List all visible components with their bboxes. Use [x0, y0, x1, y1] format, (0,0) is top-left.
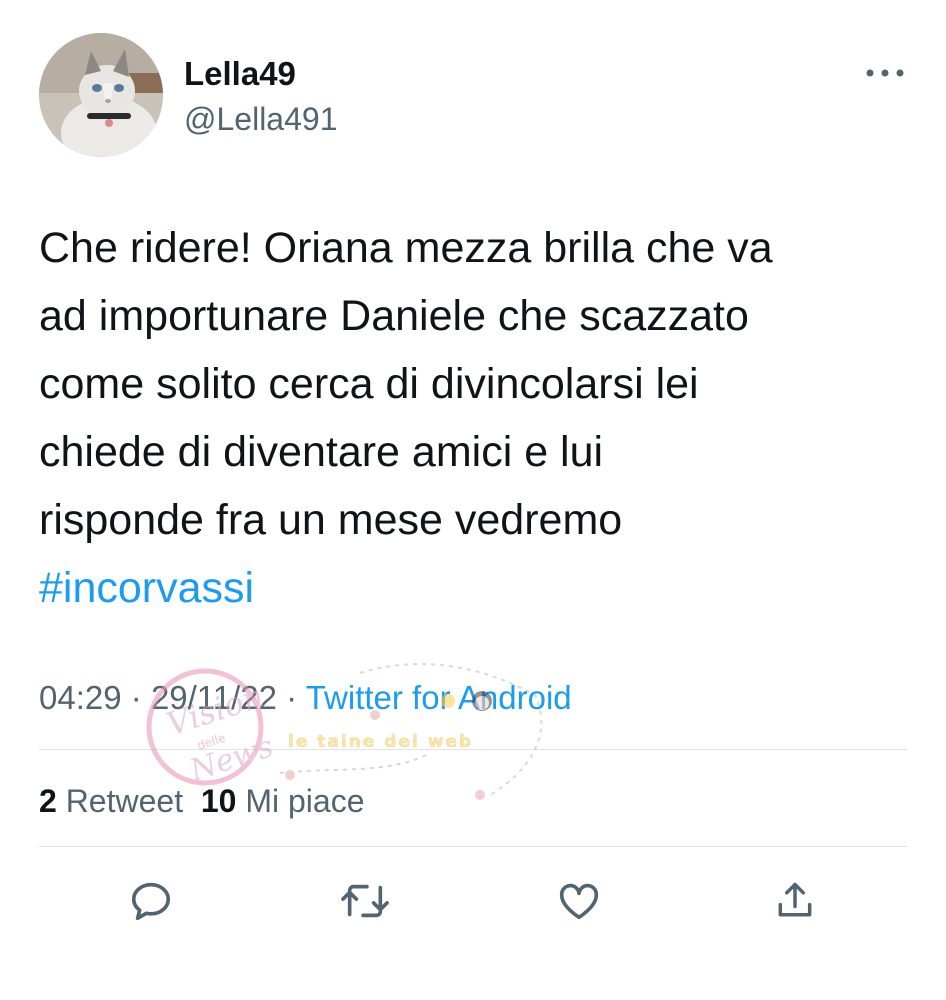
tweet-time[interactable]: 04:29 — [39, 679, 122, 716]
reply-button[interactable] — [126, 876, 176, 926]
divider — [39, 749, 907, 750]
tweet-text-line: come solito cerca di divincolarsi lei — [39, 360, 699, 408]
retweet-button[interactable] — [340, 876, 390, 926]
like-icon — [559, 883, 599, 920]
tweet-text-line: Che ridere! Oriana mezza brilla che va — [39, 224, 773, 272]
retweets-count: 2 — [39, 783, 57, 819]
author-display-name[interactable]: Lella49 — [184, 54, 296, 94]
tweet-date[interactable]: 29/11/22 — [151, 679, 277, 716]
tweet-meta: 04:29 · 29/11/22 · Twitter for Android — [39, 676, 572, 720]
tweet-text: Che ridere! Oriana mezza brilla che va a… — [39, 214, 919, 622]
meta-separator: · — [286, 679, 298, 716]
more-dots-icon — [866, 69, 904, 77]
likes-label: Mi piace — [245, 783, 365, 819]
retweets-label: Retweet — [65, 783, 184, 819]
tweet-text-line: ad importunare Daniele che scazzato — [39, 292, 749, 340]
divider — [39, 846, 907, 847]
retweets-stat[interactable]: 2 Retweet — [39, 783, 183, 819]
tweet-source-link[interactable]: Twitter for Android — [306, 679, 572, 716]
more-options-button[interactable] — [862, 58, 908, 88]
hashtag-link[interactable]: #incorvassi — [39, 554, 919, 622]
cat-avatar-icon — [39, 33, 163, 157]
likes-count: 10 — [200, 783, 237, 819]
retweet-icon — [341, 884, 389, 918]
share-icon — [778, 882, 812, 917]
reply-icon — [131, 882, 171, 921]
avatar[interactable] — [39, 33, 163, 157]
author-handle[interactable]: @Lella491 — [184, 99, 337, 139]
like-button[interactable] — [554, 876, 604, 926]
share-button[interactable] — [770, 876, 820, 926]
likes-stat[interactable]: 10 Mi piace — [201, 783, 365, 819]
tweet-text-line: chiede di diventare amici e lui — [39, 428, 604, 476]
tweet-stats: 2 Retweet 10 Mi piace — [39, 779, 365, 823]
tweet-text-line: risponde fra un mese vedremo — [39, 496, 623, 544]
action-bar — [0, 876, 946, 926]
meta-separator: · — [130, 679, 142, 716]
